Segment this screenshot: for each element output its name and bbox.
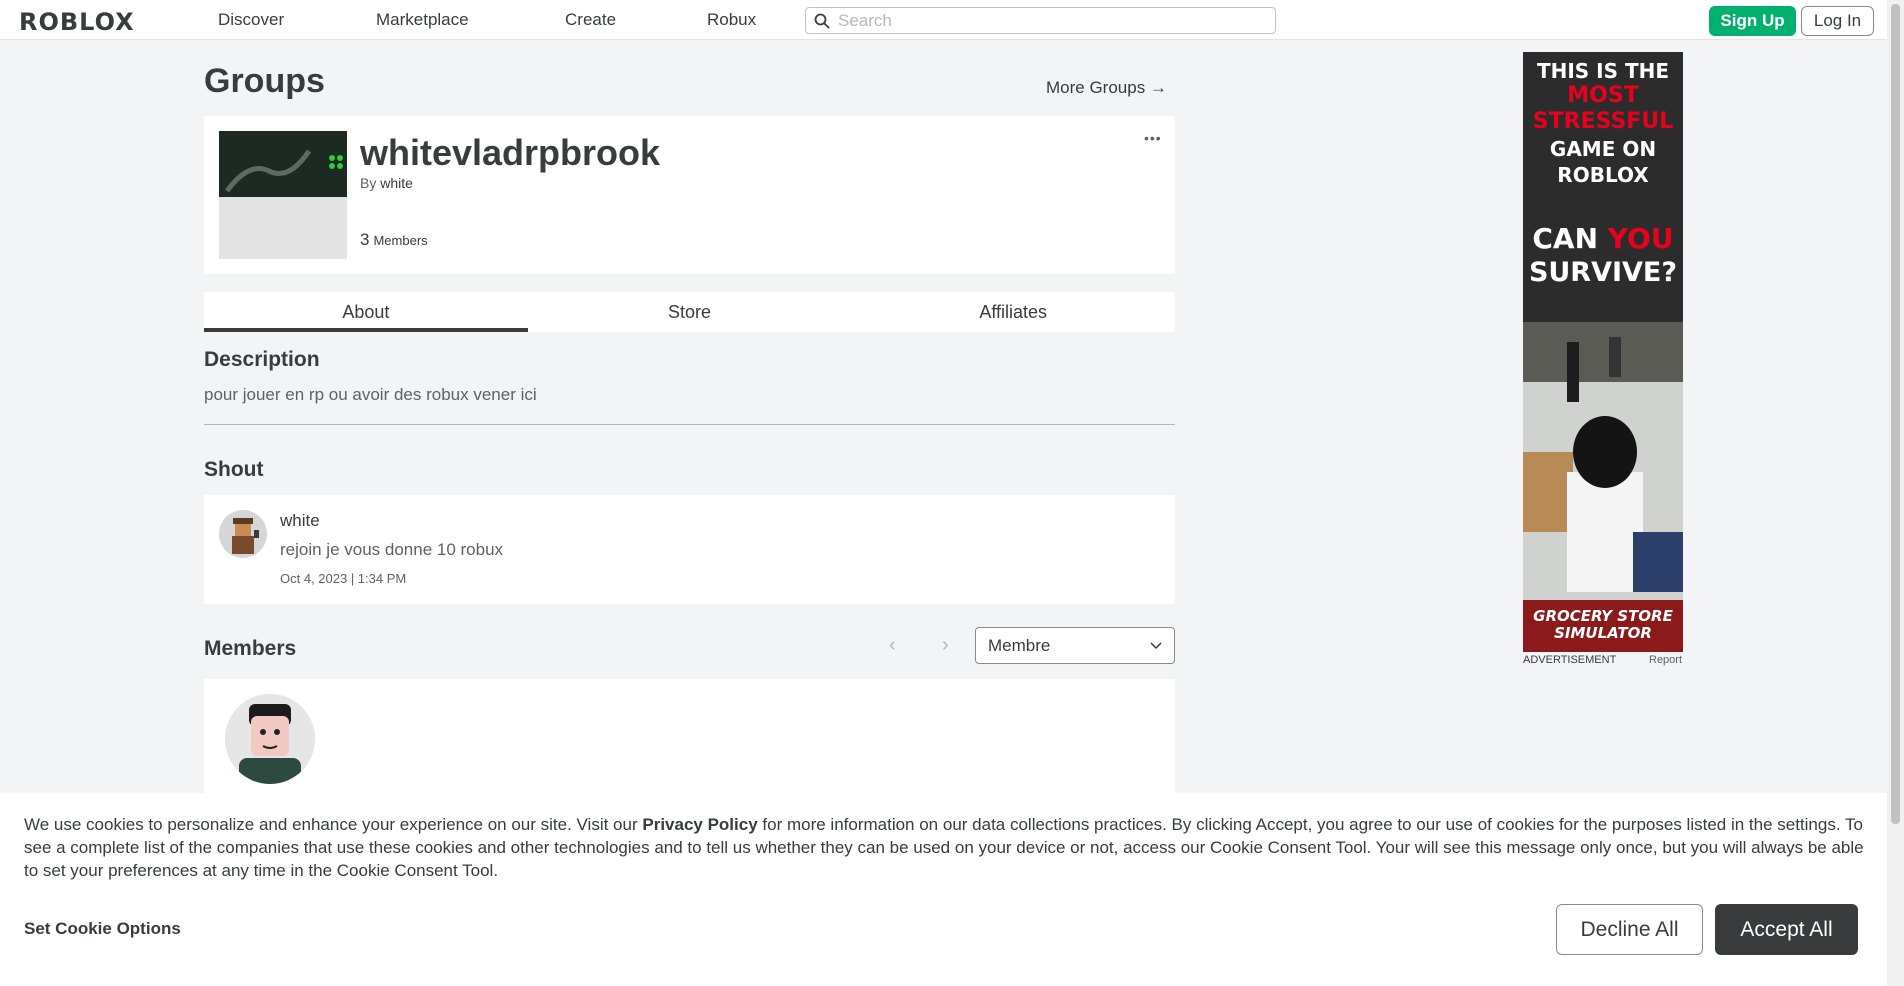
cookie-text-pre: We use cookies to personalize and enhanc… (24, 815, 643, 834)
ad-headline-5: ROBLOX (1557, 163, 1649, 187)
group-header-card: whitevladrpbrook By white 3 Members ••• (204, 116, 1175, 274)
divider (204, 424, 1175, 425)
role-select-value: Membre (988, 635, 1051, 655)
tab-store[interactable]: Store (528, 292, 852, 332)
page-title: Groups (204, 62, 325, 100)
tab-about[interactable]: About (204, 292, 528, 332)
group-tabs: About Store Affiliates (204, 292, 1175, 332)
tab-affiliates[interactable]: Affiliates (851, 292, 1175, 332)
cookie-consent-banner: We use cookies to personalize and enhanc… (0, 793, 1887, 986)
shout-message: rejoin je vous donne 10 robux (280, 540, 504, 559)
top-navigation-bar: ROBLOX Discover Marketplace Create Robux… (0, 0, 1887, 40)
chevron-right-icon[interactable]: › (942, 634, 949, 657)
description-heading: Description (204, 348, 320, 371)
group-member-count: 3 Members (360, 230, 428, 250)
sign-up-button[interactable]: Sign Up (1709, 6, 1796, 36)
chevron-left-icon[interactable]: ‹ (889, 634, 896, 657)
page-scrollbar[interactable] (1887, 0, 1904, 986)
ad-you: YOU (1607, 222, 1674, 255)
advertisement-banner[interactable]: THIS IS THE MOST STRESSFUL GAME ON ROBLO… (1523, 52, 1683, 652)
member-count-label: Members (373, 233, 428, 248)
role-select[interactable]: Membre (975, 627, 1175, 664)
cookie-message: We use cookies to personalize and enhanc… (24, 813, 1869, 882)
search-input[interactable] (838, 10, 1258, 31)
group-owner-line: By white (360, 175, 413, 191)
group-emblem-image (219, 131, 347, 197)
ad-headline-1: THIS IS THE (1536, 59, 1670, 83)
members-list (204, 679, 1175, 799)
shout-author-link[interactable]: white (280, 511, 320, 531)
shout-card: white rejoin je vous donne 10 robux Oct … (204, 495, 1175, 604)
ad-report-link[interactable]: Report (1649, 654, 1682, 666)
ad-headline-6: CAN YOU (1523, 222, 1683, 255)
more-groups-link[interactable]: More Groups → (1046, 78, 1167, 98)
ad-headline-4: GAME ON (1549, 137, 1657, 161)
by-label: By (360, 175, 377, 191)
ad-headline-7: SURVIVE? (1528, 257, 1678, 288)
accept-all-button[interactable]: Accept All (1715, 904, 1858, 955)
roblox-logo[interactable]: ROBLOX (19, 8, 135, 36)
privacy-policy-link[interactable]: Privacy Policy (642, 815, 757, 834)
group-owner-link[interactable]: white (380, 175, 413, 191)
log-in-button[interactable]: Log In (1801, 6, 1874, 36)
ad-headline-3: STRESSFUL (1532, 109, 1674, 134)
members-heading: Members (204, 637, 297, 660)
group-description: pour jouer en rp ou avoir des robux vene… (204, 385, 537, 404)
ad-game-logo: GROCERY STORE SIMULATOR (1533, 607, 1673, 642)
nav-discover[interactable]: Discover (218, 10, 284, 30)
search-icon (814, 13, 830, 29)
search-bar[interactable] (805, 7, 1276, 34)
decline-all-button[interactable]: Decline All (1556, 904, 1703, 955)
group-emblem (219, 131, 347, 259)
set-cookie-options-link[interactable]: Set Cookie Options (24, 919, 181, 939)
nav-create[interactable]: Create (565, 10, 616, 30)
member-avatar[interactable] (225, 694, 315, 784)
shout-heading: Shout (204, 458, 264, 481)
chevron-down-icon (1150, 641, 1162, 649)
member-count-value: 3 (360, 230, 370, 249)
ad-can: CAN (1532, 222, 1599, 255)
scrollbar-thumb[interactable] (1891, 4, 1900, 824)
more-options-icon[interactable]: ••• (1144, 130, 1162, 146)
shout-avatar[interactable] (219, 510, 267, 558)
ad-headline-2: MOST (1567, 83, 1639, 108)
shout-timestamp: Oct 4, 2023 | 1:34 PM (280, 571, 407, 586)
nav-marketplace[interactable]: Marketplace (376, 10, 469, 30)
advertisement-label: ADVERTISEMENT (1523, 654, 1617, 666)
nav-robux[interactable]: Robux (707, 10, 756, 30)
group-name: whitevladrpbrook (360, 132, 661, 173)
